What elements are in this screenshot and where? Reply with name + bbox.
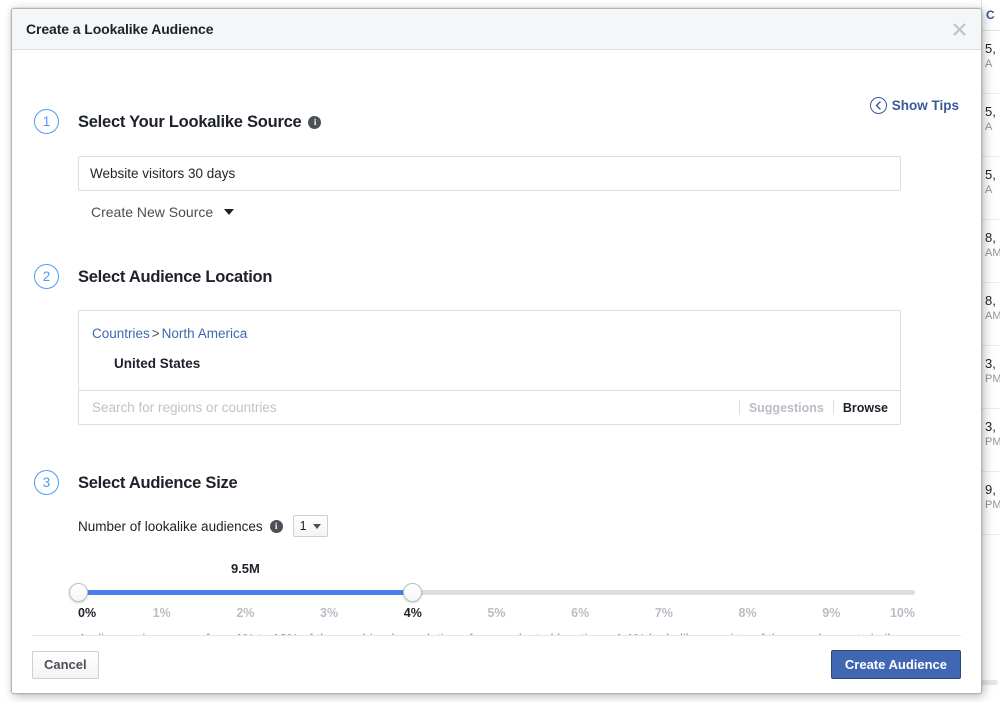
slider-tick-5pct: 5% bbox=[487, 606, 505, 620]
breadcrumb-item-countries[interactable]: Countries bbox=[92, 326, 150, 341]
section-2-title: Select Audience Location bbox=[78, 266, 981, 288]
tab-suggestions[interactable]: Suggestions bbox=[749, 401, 824, 415]
divider bbox=[739, 400, 740, 415]
step-number-1: 1 bbox=[34, 109, 59, 134]
slider-tick-labels: 0% 1% 2% 3% 4% 5% 6% 7% 8% 9% 10% bbox=[78, 606, 915, 622]
divider bbox=[833, 400, 834, 415]
modal-overlay: Create a Lookalike Audience Show Tips 1 bbox=[0, 0, 1000, 702]
dialog-footer: Cancel Create Audience bbox=[12, 636, 981, 693]
section-1-title: Select Your Lookalike Source i bbox=[78, 111, 981, 133]
location-search-input[interactable] bbox=[92, 400, 730, 415]
cancel-button[interactable]: Cancel bbox=[32, 651, 99, 679]
section-3-title-text: Select Audience Size bbox=[78, 472, 237, 494]
section-3-title: Select Audience Size bbox=[78, 472, 981, 494]
number-of-audiences-select[interactable]: 1 bbox=[293, 515, 328, 537]
slider-tick-10pct: 10% bbox=[890, 606, 915, 620]
number-of-audiences-label-group: Number of lookalike audiences i bbox=[78, 519, 283, 534]
close-icon[interactable] bbox=[950, 20, 968, 38]
audience-size-slider[interactable]: 9.5M 0% 1% 2% 3% 4% 5% 6% 7% 8% 9% 10% bbox=[78, 561, 915, 623]
breadcrumb-separator: > bbox=[150, 326, 162, 341]
slider-tick-4pct: 4% bbox=[404, 606, 422, 620]
slider-tick-3pct: 3% bbox=[320, 606, 338, 620]
create-audience-button[interactable]: Create Audience bbox=[831, 650, 961, 679]
breadcrumb: Countries>North America bbox=[92, 325, 887, 343]
info-icon[interactable]: i bbox=[270, 520, 283, 533]
slider-tick-6pct: 6% bbox=[571, 606, 589, 620]
breadcrumb-item-north-america[interactable]: North America bbox=[162, 326, 248, 341]
lookalike-source-value: Website visitors 30 days bbox=[90, 166, 235, 181]
slider-handle-min[interactable] bbox=[69, 583, 88, 602]
create-new-source-label: Create New Source bbox=[91, 204, 213, 220]
caret-down-icon bbox=[313, 524, 321, 529]
slider-track[interactable] bbox=[78, 590, 915, 595]
slider-tick-9pct: 9% bbox=[822, 606, 840, 620]
audience-location-box: Countries>North America United States Su… bbox=[78, 310, 901, 425]
section-select-audience-size: 3 Select Audience Size Number of lookali… bbox=[12, 472, 981, 636]
footer-divider bbox=[32, 635, 961, 636]
slider-tick-2pct: 2% bbox=[236, 606, 254, 620]
dialog-body: Show Tips 1 Select Your Lookalike Source… bbox=[12, 50, 981, 636]
create-lookalike-audience-dialog: Create a Lookalike Audience Show Tips 1 bbox=[11, 8, 982, 694]
tab-browse[interactable]: Browse bbox=[843, 401, 888, 415]
dialog-header: Create a Lookalike Audience bbox=[12, 9, 981, 50]
dialog-title: Create a Lookalike Audience bbox=[26, 21, 213, 37]
step-number-2: 2 bbox=[34, 264, 59, 289]
slider-handle-max[interactable] bbox=[403, 583, 422, 602]
location-item-united-states[interactable]: United States bbox=[92, 356, 887, 371]
step-number-3: 3 bbox=[34, 470, 59, 495]
location-search-row: Suggestions Browse bbox=[79, 390, 900, 424]
number-of-audiences-row: Number of lookalike audiences i 1 bbox=[78, 515, 981, 537]
slider-value-label: 9.5M bbox=[231, 561, 260, 576]
caret-down-icon bbox=[224, 209, 234, 215]
info-icon[interactable]: i bbox=[308, 116, 321, 129]
section-select-audience-location: 2 Select Audience Location Countries>Nor… bbox=[12, 266, 981, 425]
section-1-title-text: Select Your Lookalike Source bbox=[78, 111, 301, 133]
slider-tick-7pct: 7% bbox=[655, 606, 673, 620]
lookalike-source-input[interactable]: Website visitors 30 days bbox=[78, 156, 901, 191]
section-select-lookalike-source: 1 Select Your Lookalike Source i Website… bbox=[12, 111, 981, 220]
slider-tick-1pct: 1% bbox=[153, 606, 171, 620]
number-of-audiences-value: 1 bbox=[300, 519, 307, 533]
slider-tick-8pct: 8% bbox=[739, 606, 757, 620]
section-2-title-text: Select Audience Location bbox=[78, 266, 272, 288]
slider-fill bbox=[78, 590, 413, 595]
create-new-source-button[interactable]: Create New Source bbox=[78, 204, 234, 220]
slider-tick-0pct: 0% bbox=[78, 606, 96, 620]
location-browse-panel: Countries>North America United States bbox=[79, 311, 900, 390]
number-of-audiences-label: Number of lookalike audiences bbox=[78, 519, 263, 534]
